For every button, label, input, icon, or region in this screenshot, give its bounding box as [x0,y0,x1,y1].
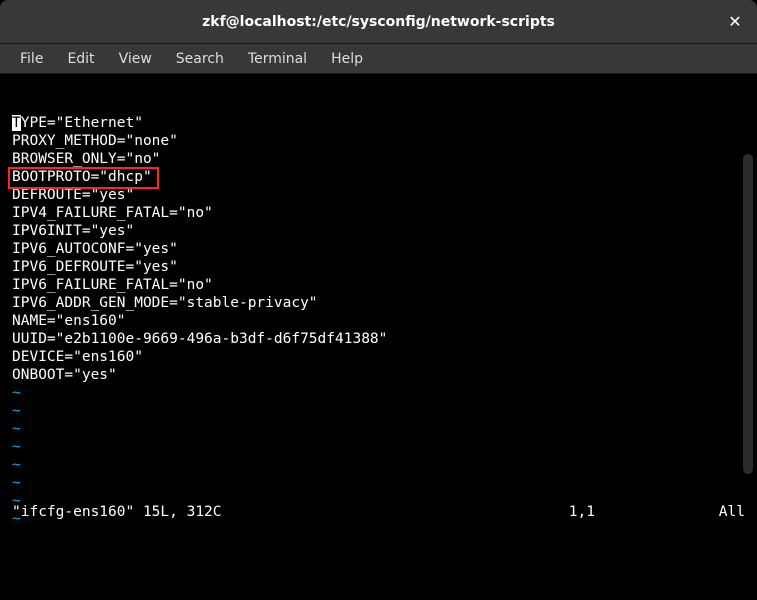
titlebar: zkf@localhost:/etc/sysconfig/network-scr… [0,0,757,44]
terminal-line: DEVICE="ens160" [12,348,755,366]
status-file-info: "ifcfg-ens160" 15L, 312C [12,503,222,521]
vim-empty-line: ~ [12,474,755,492]
terminal-line: NAME="ens160" [12,312,755,330]
menu-terminal[interactable]: Terminal [236,47,319,71]
menu-search[interactable]: Search [164,47,236,71]
menu-view[interactable]: View [107,47,164,71]
terminal-line: UUID="e2b1100e-9669-496a-b3df-d6f75df413… [12,330,755,348]
terminal-content: TYPE="Ethernet"PROXY_METHOD="none"BROWSE… [12,114,755,528]
terminal-line: IPV6_ADDR_GEN_MODE="stable-privacy" [12,294,755,312]
terminal-line: IPV6_DEFROUTE="yes" [12,258,755,276]
terminal-line: IPV6_FAILURE_FATAL="no" [12,276,755,294]
cursor: T [12,115,21,131]
terminal-line: ONBOOT="yes" [12,366,755,384]
menu-edit[interactable]: Edit [55,47,106,71]
close-icon[interactable]: ✕ [725,12,745,32]
window-title: zkf@localhost:/etc/sysconfig/network-scr… [202,14,555,30]
vim-empty-line: ~ [12,420,755,438]
vim-empty-line: ~ [12,402,755,420]
vim-empty-line: ~ [12,384,755,402]
status-scroll-indicator: All [719,503,745,521]
vim-empty-line: ~ [12,456,755,474]
status-cursor-position: 1,1 [569,503,659,521]
terminal-line: IPV4_FAILURE_FATAL="no" [12,204,755,222]
terminal-line: BROWSER_ONLY="no" [12,150,755,168]
vim-status-line: "ifcfg-ens160" 15L, 312C 1,1 All [12,503,745,521]
scrollbar[interactable] [743,154,753,474]
vim-empty-line: ~ [12,438,755,456]
terminal-line: BOOTPROTO="dhcp" [12,168,755,186]
terminal-line: PROXY_METHOD="none" [12,132,755,150]
menubar: File Edit View Search Terminal Help [0,44,757,74]
menu-help[interactable]: Help [319,47,375,71]
terminal-line: TYPE="Ethernet" [12,114,755,132]
terminal-line: IPV6_AUTOCONF="yes" [12,240,755,258]
terminal-line: IPV6INIT="yes" [12,222,755,240]
terminal-area[interactable]: TYPE="Ethernet"PROXY_METHOD="none"BROWSE… [0,74,757,527]
menu-file[interactable]: File [8,47,55,71]
terminal-line: DEFROUTE="yes" [12,186,755,204]
